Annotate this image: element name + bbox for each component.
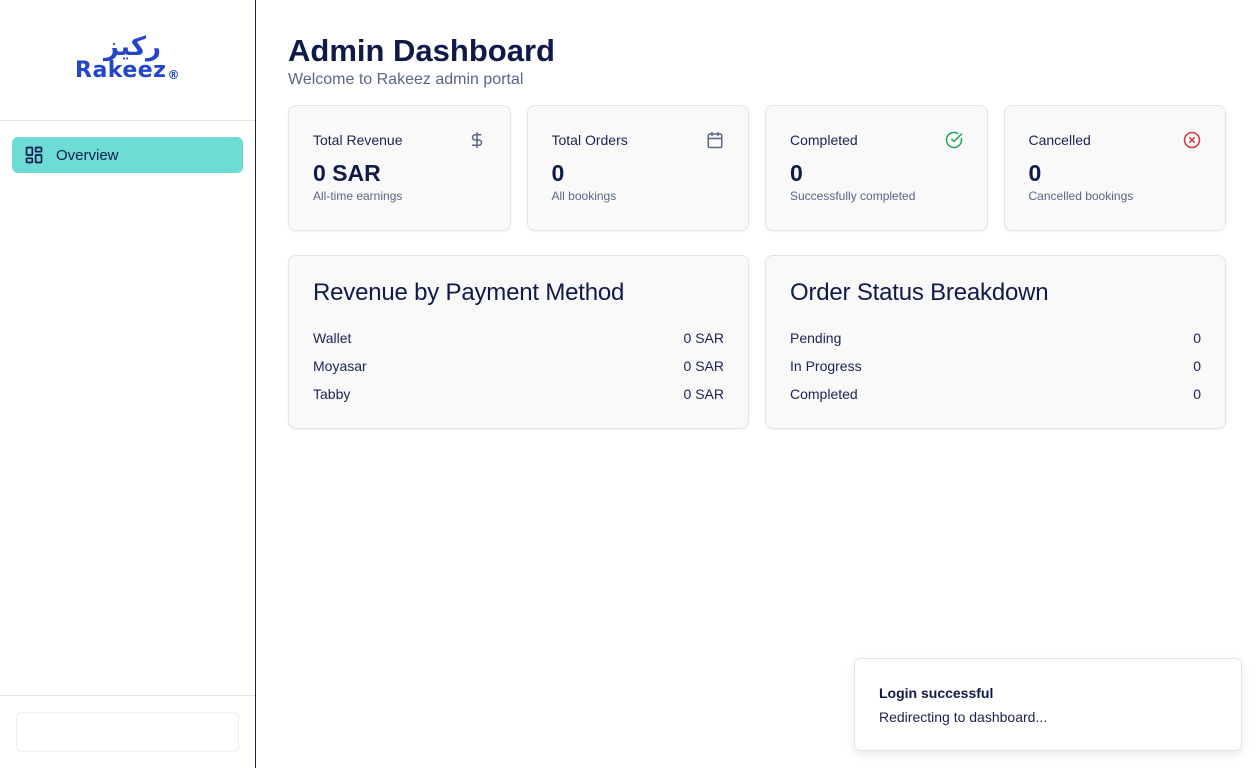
stat-value: 0 SAR [313, 160, 381, 186]
list-item: Wallet 0 SAR [313, 324, 724, 352]
stat-value: 0 [790, 160, 803, 186]
stat-subtext: Successfully completed [790, 189, 916, 203]
sidebar: ركيز Rakeez® Overview [0, 0, 256, 768]
stat-card-cancelled: Cancelled 0 Cancelled bookings [1003, 105, 1226, 231]
revenue-by-payment-panel: Revenue by Payment Method Wallet 0 SAR M… [288, 255, 749, 429]
stats-row: Total Revenue 0 SAR All-time earnings To… [288, 105, 1226, 231]
row-label: In Progress [790, 358, 862, 374]
user-menu-button[interactable] [16, 712, 239, 752]
list-item: In Progress 0 [790, 352, 1201, 380]
stat-value: 0 [551, 160, 565, 186]
stat-label: Cancelled [1028, 132, 1091, 148]
stat-label: Total Revenue [313, 132, 403, 148]
row-value: 0 [1193, 330, 1201, 346]
panel-title: Revenue by Payment Method [313, 279, 625, 306]
row-value: 0 SAR [683, 358, 724, 374]
dollar-icon [471, 131, 482, 149]
app-root: ركيز Rakeez® Overview Admin Dashboard We… [0, 0, 1258, 768]
panels-row: Revenue by Payment Method Wallet 0 SAR M… [288, 255, 1226, 429]
dashboard-grid-icon [25, 146, 43, 164]
toast-title: Login successful [879, 685, 994, 701]
list-item: Completed 0 [790, 380, 1201, 408]
panel-title: Order Status Breakdown [790, 279, 1049, 306]
calendar-icon [707, 131, 723, 149]
stat-subtext: Cancelled bookings [1028, 189, 1134, 203]
registered-mark: ® [167, 68, 180, 82]
stat-card-total-orders: Total Orders 0 All bookings [526, 105, 749, 231]
list-item: Tabby 0 SAR [313, 380, 724, 408]
check-circle-icon [945, 131, 962, 149]
page-title: Admin Dashboard [288, 33, 555, 68]
stat-subtext: All bookings [551, 189, 617, 203]
row-label: Completed [790, 386, 858, 402]
stat-label: Completed [790, 132, 858, 148]
stat-card-completed: Completed 0 Successfully completed [765, 105, 988, 231]
order-status-panel: Order Status Breakdown Pending 0 In Prog… [765, 255, 1226, 429]
logo-english-text: Rakeez [75, 58, 167, 83]
sidebar-nav: Overview [0, 121, 255, 189]
logo-area: ركيز Rakeez® [0, 0, 255, 121]
sidebar-footer [0, 695, 255, 768]
row-label: Pending [790, 330, 842, 346]
main-content: Admin Dashboard Welcome to Rakeez admin … [288, 0, 1226, 429]
stat-card-total-revenue: Total Revenue 0 SAR All-time earnings [288, 105, 511, 231]
stat-value: 0 [1028, 160, 1042, 186]
row-value: 0 SAR [683, 386, 724, 402]
sidebar-item-label: Overview [56, 146, 119, 164]
toast-description: Redirecting to dashboard... [879, 709, 1048, 725]
sidebar-item-overview[interactable]: Overview [12, 137, 243, 173]
row-label: Moyasar [313, 358, 367, 374]
page-subtitle: Welcome to Rakeez admin portal [288, 71, 524, 88]
row-label: Wallet [313, 330, 352, 346]
list-item: Moyasar 0 SAR [313, 352, 724, 380]
row-label: Tabby [313, 386, 351, 402]
stat-label: Total Orders [551, 132, 628, 148]
row-value: 0 SAR [683, 330, 724, 346]
list-item: Pending 0 [790, 324, 1201, 352]
stat-subtext: All-time earnings [313, 189, 403, 203]
row-value: 0 [1193, 386, 1201, 402]
row-value: 0 [1193, 358, 1201, 374]
toast-notification[interactable]: Login successful Redirecting to dashboar… [854, 658, 1242, 751]
brand-logo[interactable]: ركيز Rakeez® [75, 34, 180, 86]
x-circle-icon [1183, 131, 1201, 149]
logo-arabic: ركيز [104, 32, 161, 62]
logo-english: Rakeez® [75, 60, 180, 86]
